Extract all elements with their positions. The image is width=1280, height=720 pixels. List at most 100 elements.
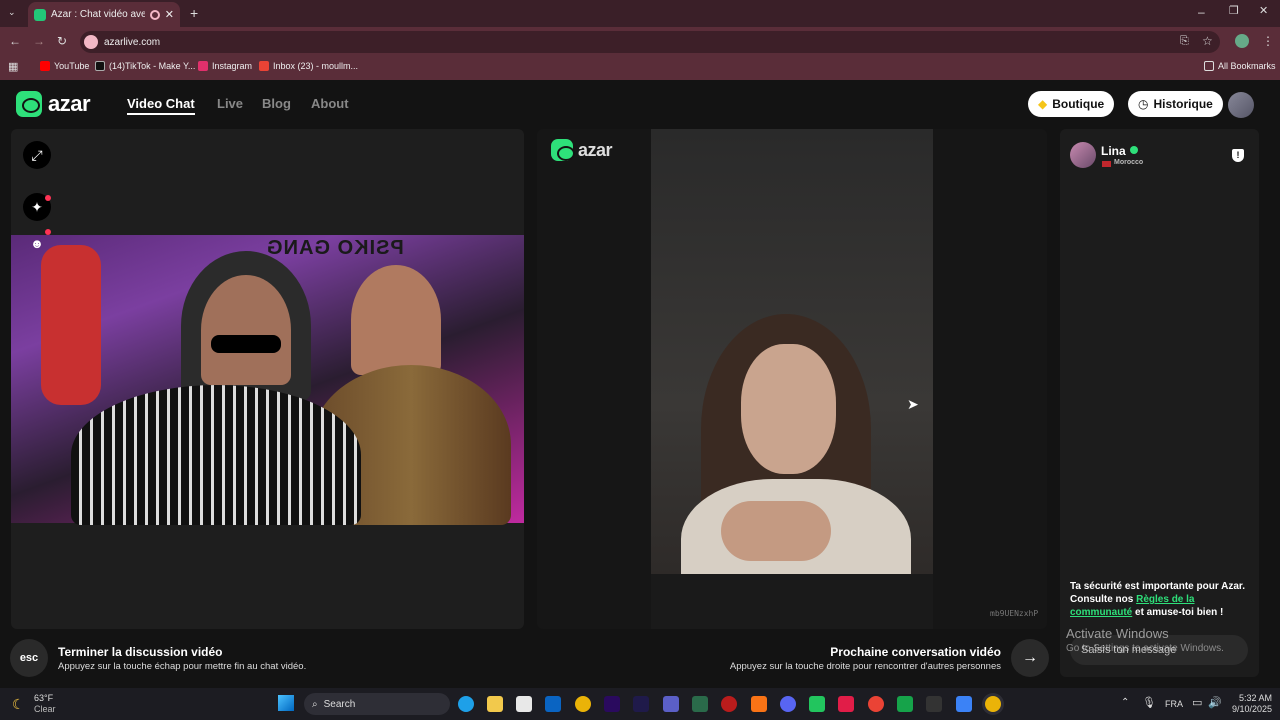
teams-icon[interactable] <box>663 696 679 712</box>
install-app-icon[interactable]: ⎘ <box>1180 36 1189 47</box>
clock-icon: ◷ <box>1138 97 1149 111</box>
browser-tab[interactable]: Azar : Chat vidéo avec de n ✕ <box>28 2 180 27</box>
language-indicator[interactable]: FRA <box>1165 699 1183 709</box>
app-red-icon[interactable] <box>721 696 737 712</box>
search-icon: ⌕ <box>312 698 318 710</box>
task-view-icon[interactable] <box>956 696 972 712</box>
close-tab-icon[interactable]: ✕ <box>165 8 174 21</box>
forward-icon[interactable]: → <box>33 35 45 47</box>
partner-video-panel: azar mb9UENzxhP <box>537 129 1047 629</box>
after-effects-icon[interactable] <box>633 696 649 712</box>
person-left-head <box>201 275 291 385</box>
back-icon[interactable]: ← <box>9 35 21 47</box>
store-icon[interactable] <box>516 696 532 712</box>
nav-video-chat[interactable]: Video Chat <box>127 96 195 115</box>
close-window-icon[interactable]: ✕ <box>1259 6 1268 17</box>
nav-live[interactable]: Live <box>217 96 243 111</box>
chat-panel: Lina Morocco ! Ta sécurité est important… <box>1060 129 1259 677</box>
apps-grid-icon[interactable]: ▦ <box>8 62 18 73</box>
tiktok-icon <box>95 61 105 71</box>
chrome-active-icon[interactable] <box>985 696 1001 712</box>
next-chat-subtitle: Appuyez sur la touche droite pour rencon… <box>729 661 1001 672</box>
partner-avatar[interactable] <box>1070 142 1096 168</box>
outlook-icon[interactable] <box>545 696 561 712</box>
esc-button[interactable]: esc <box>10 639 48 677</box>
diamond-icon: ◆ <box>1038 97 1048 111</box>
azar-page: azar Video Chat Live Blog About ◆ Boutiq… <box>0 80 1280 688</box>
volume-icon[interactable]: 🔊 <box>1208 696 1222 709</box>
opera-icon[interactable] <box>838 696 854 712</box>
azar-logo[interactable]: azar <box>16 91 91 117</box>
safety-message: Ta sécurité est importante pour Azar. Co… <box>1070 581 1246 618</box>
bookmark-youtube[interactable]: YouTube <box>40 61 89 71</box>
morocco-flag-icon <box>1102 161 1111 167</box>
app-green-icon[interactable] <box>809 696 825 712</box>
mouse-cursor-icon: ➤ <box>907 396 919 412</box>
recording-icon <box>149 9 160 20</box>
profile-icon[interactable] <box>1235 34 1249 48</box>
end-chat-title: Terminer la discussion vidéo <box>58 645 223 659</box>
clock-time[interactable]: 5:32 AM <box>1230 693 1272 703</box>
azar-favicon-icon <box>34 8 46 21</box>
app-icon[interactable] <box>692 696 708 712</box>
restore-icon[interactable]: ❐ <box>1229 6 1239 17</box>
bottom-controls: esc Terminer la discussion vidéo Appuyez… <box>0 635 1280 688</box>
discord-icon[interactable] <box>780 696 796 712</box>
minimize-icon[interactable]: – <box>1198 6 1205 18</box>
menu-icon[interactable]: ⋮ <box>1262 35 1274 47</box>
new-tab-icon[interactable]: + <box>190 6 198 20</box>
edge-icon[interactable] <box>458 696 474 712</box>
browser-tab-bar: ⌄ Azar : Chat vidéo avec de n ✕ + – ❐ ✕ <box>0 0 1280 27</box>
nav-blog[interactable]: Blog <box>262 96 291 111</box>
tab-search-icon[interactable]: ⌄ <box>8 8 16 17</box>
chrome-alt-icon[interactable] <box>868 696 884 712</box>
reload-icon[interactable]: ↻ <box>57 35 67 47</box>
premiere-icon[interactable] <box>604 696 620 712</box>
expand-icon[interactable]: ⤢ <box>23 141 51 169</box>
play-icon[interactable] <box>897 696 913 712</box>
azar-logo-icon <box>551 139 575 161</box>
face-filter-icon[interactable]: ☻ <box>23 229 51 257</box>
self-video-panel: ⤢ ✦ PSIKO GANG ☻ <box>11 129 524 629</box>
app-orange-icon[interactable] <box>751 696 767 712</box>
chrome-icon[interactable] <box>575 696 591 712</box>
sunglasses <box>211 335 281 353</box>
banner-text: PSIKO GANG <box>266 237 404 259</box>
verified-icon <box>1130 146 1138 154</box>
url-input[interactable]: azarlive.com <box>80 31 1220 53</box>
partner-name: Lina <box>1101 144 1126 158</box>
next-arrow-button[interactable]: → <box>1011 639 1049 677</box>
bookmark-tiktok[interactable]: (14)TikTok - Make Y... <box>95 61 195 71</box>
watermark-id: mb9UENzxhP <box>990 609 1039 618</box>
all-bookmarks[interactable]: All Bookmarks <box>1204 61 1276 71</box>
file-explorer-icon[interactable] <box>487 696 503 712</box>
site-info-icon[interactable] <box>84 35 98 49</box>
azar-logo-icon <box>16 91 42 117</box>
figure-red <box>41 245 101 405</box>
self-video-feed: PSIKO GANG <box>11 235 524 525</box>
user-avatar[interactable] <box>1228 92 1254 118</box>
striped-shirt <box>71 385 361 525</box>
bookmark-gmail[interactable]: Inbox (23) - moullm... <box>259 61 358 71</box>
report-shield-icon[interactable]: ! <box>1232 149 1244 162</box>
weather-status: Clear <box>34 704 56 714</box>
end-chat-subtitle: Appuyez sur la touche échap pour mettre … <box>58 661 307 672</box>
nav-about[interactable]: About <box>311 96 349 111</box>
network-icon[interactable]: ▭ <box>1192 696 1202 709</box>
windows-start-icon[interactable] <box>278 695 294 711</box>
bookmark-star-icon[interactable]: ☆ <box>1202 35 1213 47</box>
historique-button[interactable]: ◷ Historique <box>1128 91 1223 117</box>
capcut-icon[interactable] <box>926 696 942 712</box>
weather-moon-icon: ☾ <box>12 696 25 712</box>
browser-address-bar: ← → ↻ azarlive.com ⎘ ☆ ⋮ <box>0 27 1280 56</box>
keyboard <box>651 574 933 629</box>
show-hidden-icons[interactable]: ⌃ <box>1121 697 1129 708</box>
folder-icon <box>1204 61 1214 71</box>
weather-temp[interactable]: 63°F <box>34 693 53 703</box>
microphone-icon[interactable]: 🎙 <box>1142 696 1156 709</box>
boutique-button[interactable]: ◆ Boutique <box>1028 91 1115 117</box>
partner-country: Morocco <box>1114 159 1144 166</box>
bookmark-instagram[interactable]: Instagram <box>198 61 252 71</box>
taskbar-search[interactable]: ⌕ Search <box>304 693 450 715</box>
windows-taskbar: ☾ 63°F Clear ⌕ Search ⌃ 🎙 FRA ▭ 🔊 5:32 A… <box>0 688 1280 720</box>
